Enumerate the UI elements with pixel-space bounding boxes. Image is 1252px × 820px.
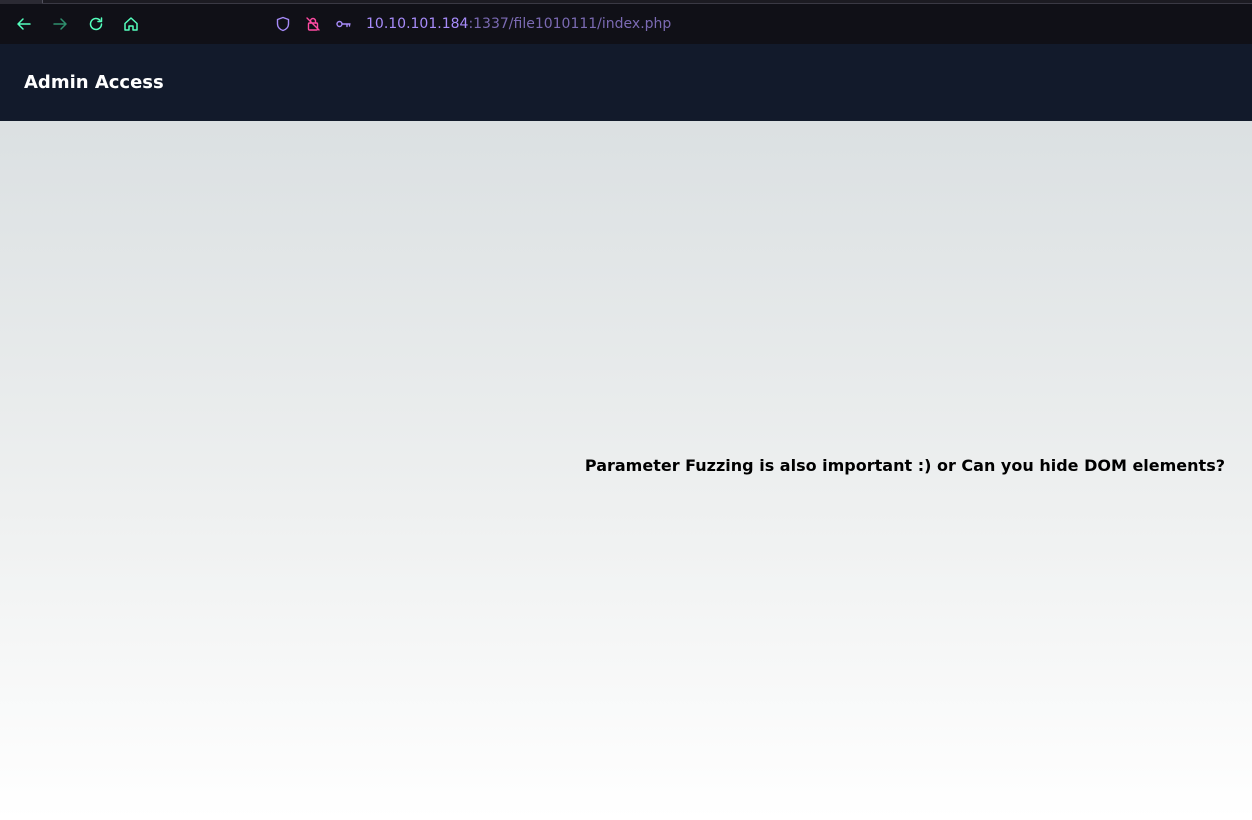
tracking-protection-button[interactable] [274,15,292,33]
home-icon [124,17,138,31]
hint-message: Parameter Fuzzing is also important :) o… [584,456,1225,475]
site-security-button[interactable] [304,15,322,33]
reload-button[interactable] [84,12,108,36]
arrow-right-icon [53,18,67,30]
page-title: Admin Access [24,72,164,93]
browser-toolbar: 10.10.101.184:1337/file1010111/index.php [0,4,1252,44]
saved-logins-button[interactable] [334,15,352,33]
url-text[interactable]: 10.10.101.184:1337/file1010111/index.php [366,16,671,32]
page-content: Parameter Fuzzing is also important :) o… [0,121,1252,820]
lock-slash-icon [306,17,320,31]
url-path: :1337/file1010111/index.php [468,16,672,32]
site-header: Admin Access [0,44,1252,121]
shield-icon [276,16,290,32]
back-button[interactable] [12,12,36,36]
forward-button[interactable] [48,12,72,36]
url-host: 10.10.101.184 [366,16,469,32]
reload-icon [89,17,103,31]
arrow-left-icon [17,18,31,30]
key-icon [336,20,351,28]
address-bar[interactable]: 10.10.101.184:1337/file1010111/index.php [262,8,1246,40]
home-button[interactable] [119,12,143,36]
